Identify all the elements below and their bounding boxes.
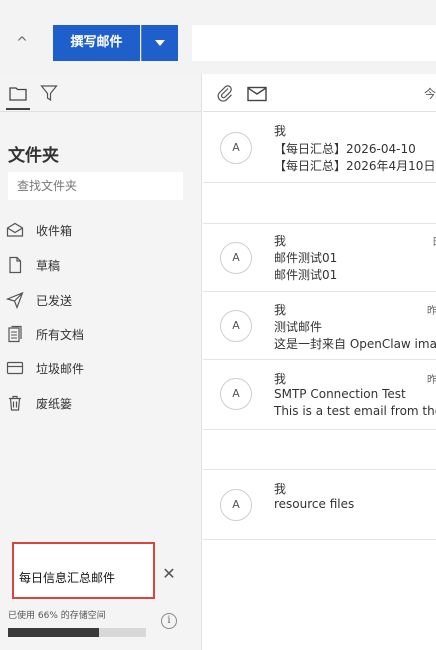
sidebar-tabs	[0, 74, 202, 112]
trash-icon	[9, 395, 21, 411]
message-preview: This is a test email from the	[274, 404, 436, 418]
search-tag-label: 每日信息汇总邮件	[19, 571, 116, 585]
folder-label: 废纸篓	[36, 397, 73, 411]
filter-icon[interactable]	[40, 84, 58, 102]
folder-label: 所有文档	[36, 328, 85, 342]
message-list-spacer	[203, 430, 436, 470]
attachment-icon[interactable]	[216, 84, 234, 102]
message-list-spacer	[203, 183, 436, 224]
message-preview: 这是一封来自 OpenClaw ima	[274, 337, 436, 351]
search-input[interactable]	[192, 25, 436, 61]
message-subject: 测试邮件	[274, 320, 323, 334]
avatar: A	[220, 242, 252, 274]
chevron-down-icon	[155, 40, 165, 46]
message-preview: 邮件测试01	[274, 268, 338, 282]
folder-item-junk[interactable]: 垃圾邮件	[6, 356, 196, 380]
message-subject: 【每日汇总】2026-04-10	[274, 142, 416, 156]
find-folder-input[interactable]: 查找文件夹	[8, 172, 183, 200]
avatar: A	[220, 132, 252, 164]
message-sender: 我	[274, 124, 287, 138]
folder-item-all-documents[interactable]: 所有文档	[6, 322, 196, 346]
message-list-header	[203, 74, 436, 112]
documents-icon	[8, 325, 22, 343]
collapse-chevron-icon[interactable]: ^	[11, 33, 33, 53]
avatar: A	[220, 489, 252, 521]
message-row[interactable]: A 我 昨 测试邮件 这是一封来自 OpenClaw ima	[203, 292, 436, 360]
folder-icon[interactable]	[9, 84, 27, 102]
folder-label: 收件箱	[36, 224, 73, 238]
message-date: 昨	[427, 375, 436, 386]
message-row[interactable]: A 我 【每日汇总】2026-04-10 【每日汇总】2026年4月10日	[203, 112, 436, 183]
active-tab-indicator	[6, 108, 30, 110]
message-row[interactable]: A 我 resource files	[203, 470, 436, 540]
message-subject: resource files	[274, 497, 355, 511]
message-preview: 【每日汇总】2026年4月10日	[274, 159, 436, 173]
date-column-label: 今	[424, 87, 436, 101]
folder-label: 垃圾邮件	[36, 362, 85, 376]
folder-item-sent[interactable]: 已发送	[6, 288, 196, 312]
sent-icon	[6, 291, 24, 309]
draft-icon	[9, 256, 22, 274]
message-sender: 我	[274, 372, 287, 386]
compose-dropdown-button[interactable]	[141, 25, 178, 61]
message-date: 昨	[427, 306, 436, 317]
envelope-icon[interactable]	[247, 86, 267, 102]
folder-item-drafts[interactable]: 草稿	[6, 253, 196, 277]
message-subject: 邮件测试01	[274, 251, 338, 265]
message-sender: 我	[274, 482, 287, 496]
junk-icon	[6, 361, 24, 375]
folder-label: 草稿	[36, 259, 61, 273]
message-sender: 我	[274, 303, 287, 317]
compose-button[interactable]: 撰写邮件	[53, 25, 140, 61]
folders-title: 文件夹	[8, 146, 59, 166]
folder-label: 已发送	[36, 294, 73, 308]
info-icon[interactable]: i	[161, 613, 177, 629]
close-icon[interactable]: ✕	[161, 566, 177, 582]
message-row[interactable]: A 我 昨 SMTP Connection Test This is a tes…	[203, 360, 436, 430]
storage-usage-text: 已使用 66% 的存储空间	[8, 611, 106, 621]
message-subject: SMTP Connection Test	[274, 387, 406, 401]
folder-item-trash[interactable]: 废纸篓	[6, 391, 196, 415]
inbox-icon	[6, 222, 24, 237]
avatar: A	[220, 310, 252, 342]
folder-item-inbox[interactable]: 收件箱	[6, 218, 196, 242]
avatar: A	[220, 378, 252, 410]
message-row[interactable]: A 我 日 邮件测试01 邮件测试01	[203, 224, 436, 292]
storage-bar-fill	[8, 628, 99, 637]
message-sender: 我	[274, 234, 287, 248]
message-date: 日	[432, 233, 436, 248]
